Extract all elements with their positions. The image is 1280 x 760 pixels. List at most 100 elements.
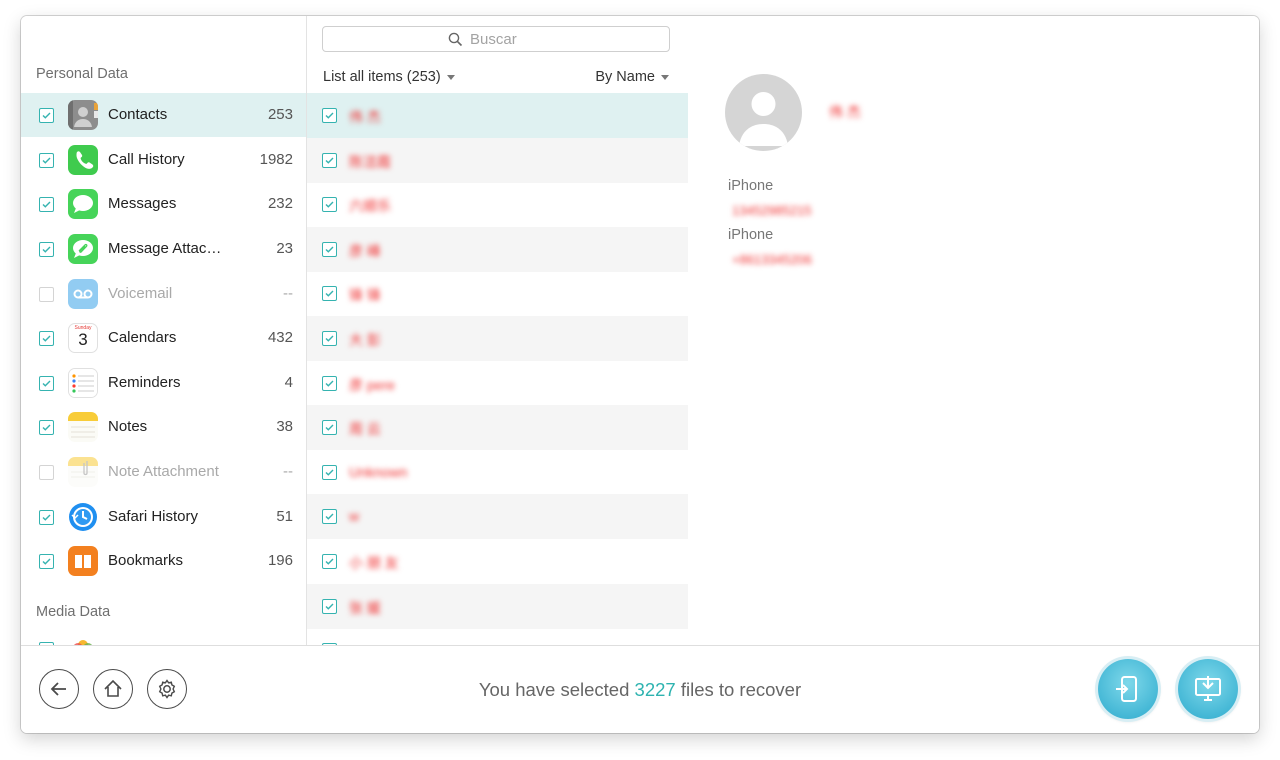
checkbox[interactable] — [39, 108, 54, 123]
checkbox[interactable] — [39, 510, 54, 525]
list-filter-label: List all items (253) — [323, 69, 441, 85]
list-item[interactable]: 大 彭 — [307, 316, 688, 361]
sidebar-item-safari-history[interactable]: Safari History 51 — [21, 495, 306, 539]
checkbox[interactable] — [322, 509, 337, 525]
sort-dropdown[interactable]: By Name — [595, 69, 669, 85]
sidebar-item-label: Contacts — [108, 106, 168, 123]
list-item[interactable]: 伟 杰 — [307, 93, 688, 138]
sidebar-item-notes[interactable]: Notes 38 — [21, 405, 306, 449]
paperclip-icon — [68, 234, 98, 264]
phone-value: +8613345206 — [732, 252, 812, 267]
checkbox[interactable] — [39, 197, 54, 212]
list-item[interactable]: 周 云 — [307, 405, 688, 451]
messages-icon — [68, 189, 98, 219]
search-placeholder: Buscar — [470, 31, 517, 48]
list-item-name: 大 彭 — [349, 332, 381, 348]
phone-value: 13452985215 — [732, 203, 812, 218]
sidebar-item-label: Messages — [108, 195, 177, 212]
list-item[interactable] — [307, 628, 688, 645]
checkbox[interactable] — [39, 465, 54, 480]
chevron-down-icon — [661, 74, 669, 80]
recover-to-computer-button[interactable] — [1178, 659, 1238, 719]
status-prefix: You have selected — [478, 679, 635, 700]
checkbox[interactable] — [39, 287, 54, 302]
sidebar-item-call-history[interactable]: Call History 1982 — [21, 138, 306, 182]
contact-name: 伟 杰 — [829, 104, 861, 120]
checkbox[interactable] — [322, 464, 337, 480]
section-personal-data: Personal Data — [36, 66, 128, 82]
list-item-name: 六顺乐 — [349, 198, 391, 215]
checkbox[interactable] — [39, 242, 54, 257]
checkbox[interactable] — [322, 554, 337, 569]
checkbox[interactable] — [322, 152, 337, 168]
checkbox[interactable] — [322, 375, 337, 391]
checkbox[interactable] — [322, 197, 337, 213]
sidebar-item-count: 23 — [276, 240, 293, 257]
sidebar-item-count: 4 — [284, 374, 293, 391]
list-filter-dropdown[interactable]: List all items (253) — [323, 69, 455, 85]
list-item-name: 彦 峰 — [349, 242, 381, 259]
sidebar-item-label: Message Attac… — [108, 240, 222, 257]
calendar-icon: Sunday 3 — [68, 323, 98, 353]
calendar-day-number: 3 — [78, 330, 88, 349]
list-item-name: 陈洁霞 — [349, 153, 391, 170]
sidebar-item-reminders[interactable]: Reminders 4 — [21, 361, 306, 405]
sidebar-item-count: 432 — [267, 329, 293, 346]
status-suffix: files to recover — [675, 679, 802, 700]
list-item-name: 锋 锋 — [349, 287, 381, 304]
checkbox[interactable] — [39, 153, 54, 168]
sidebar-item-count: 232 — [267, 195, 293, 212]
notes-icon — [68, 412, 98, 442]
list-item[interactable]: 六顺乐 — [307, 182, 688, 227]
list-item[interactable]: 张 媛 — [307, 583, 688, 629]
contacts-icon — [68, 100, 98, 130]
sidebar-item-count: 51 — [276, 508, 293, 525]
sidebar-item-label: Call History — [108, 151, 185, 168]
sidebar-item-messages[interactable]: Messages 232 — [21, 182, 306, 226]
checkbox[interactable] — [322, 241, 337, 257]
note-attachment-icon — [68, 457, 98, 487]
list-item[interactable]: w — [307, 494, 688, 540]
checkbox[interactable] — [39, 420, 54, 435]
list-item[interactable]: 锋 锋 — [307, 271, 688, 316]
list-item-name: 小 朋 友 — [349, 555, 399, 571]
footer-bar: You have selected 3227 files to recover — [21, 645, 1259, 733]
sidebar-item-count: 253 — [267, 106, 293, 123]
sort-label: By Name — [595, 69, 655, 85]
sidebar-item-voicemail[interactable]: Voicemail -- — [21, 272, 306, 316]
app-window: Personal Data Contacts 253 Call History … — [21, 16, 1259, 733]
sidebar-item-calendars[interactable]: Sunday 3 Calendars 432 — [21, 316, 306, 360]
sidebar-item-contacts[interactable]: Contacts 253 — [21, 93, 306, 137]
checkbox[interactable] — [322, 331, 337, 346]
checkbox[interactable] — [39, 376, 54, 391]
sidebar-item-message-attachments[interactable]: Message Attac… 23 — [21, 227, 306, 271]
sidebar-item-label: Note Attachment — [108, 463, 219, 480]
sidebar-item-count: -- — [283, 463, 293, 480]
recover-to-device-button[interactable] — [1098, 659, 1158, 719]
sidebar-item-label: Safari History — [108, 508, 199, 525]
checkbox[interactable] — [39, 554, 54, 569]
item-list-panel: Buscar List all items (253) By Name 伟 杰陈… — [307, 16, 689, 645]
sidebar-item-bookmarks[interactable]: Bookmarks 196 — [21, 539, 306, 583]
bookmarks-icon — [68, 546, 98, 576]
list-item[interactable]: Unknown — [307, 450, 688, 495]
checkbox[interactable] — [39, 331, 54, 346]
list-item[interactable]: 小 朋 友 — [307, 539, 688, 584]
sidebar-item-label: Calendars — [108, 329, 177, 346]
recover-to-computer-icon — [1195, 676, 1221, 701]
list-item-name: Unknown — [349, 463, 408, 480]
checkbox[interactable] — [322, 108, 337, 123]
checkbox[interactable] — [322, 598, 337, 614]
search-input[interactable]: Buscar — [322, 26, 670, 52]
phone-label: iPhone — [728, 227, 774, 243]
sidebar-item-photos-partial[interactable] — [21, 628, 306, 645]
chevron-down-icon — [446, 74, 455, 80]
checkbox[interactable] — [322, 286, 337, 302]
checkbox[interactable] — [322, 420, 337, 436]
recover-to-device-icon — [1116, 676, 1137, 702]
list-item[interactable]: 陈洁霞 — [307, 137, 688, 183]
list-item[interactable]: 彦 pere — [307, 361, 688, 406]
list-item[interactable]: 彦 峰 — [307, 226, 688, 272]
contact-detail-panel: 伟 杰 iPhone 13452985215 iPhone +861334520… — [688, 16, 1259, 645]
sidebar-item-note-attachment[interactable]: Note Attachment -- — [21, 450, 306, 494]
